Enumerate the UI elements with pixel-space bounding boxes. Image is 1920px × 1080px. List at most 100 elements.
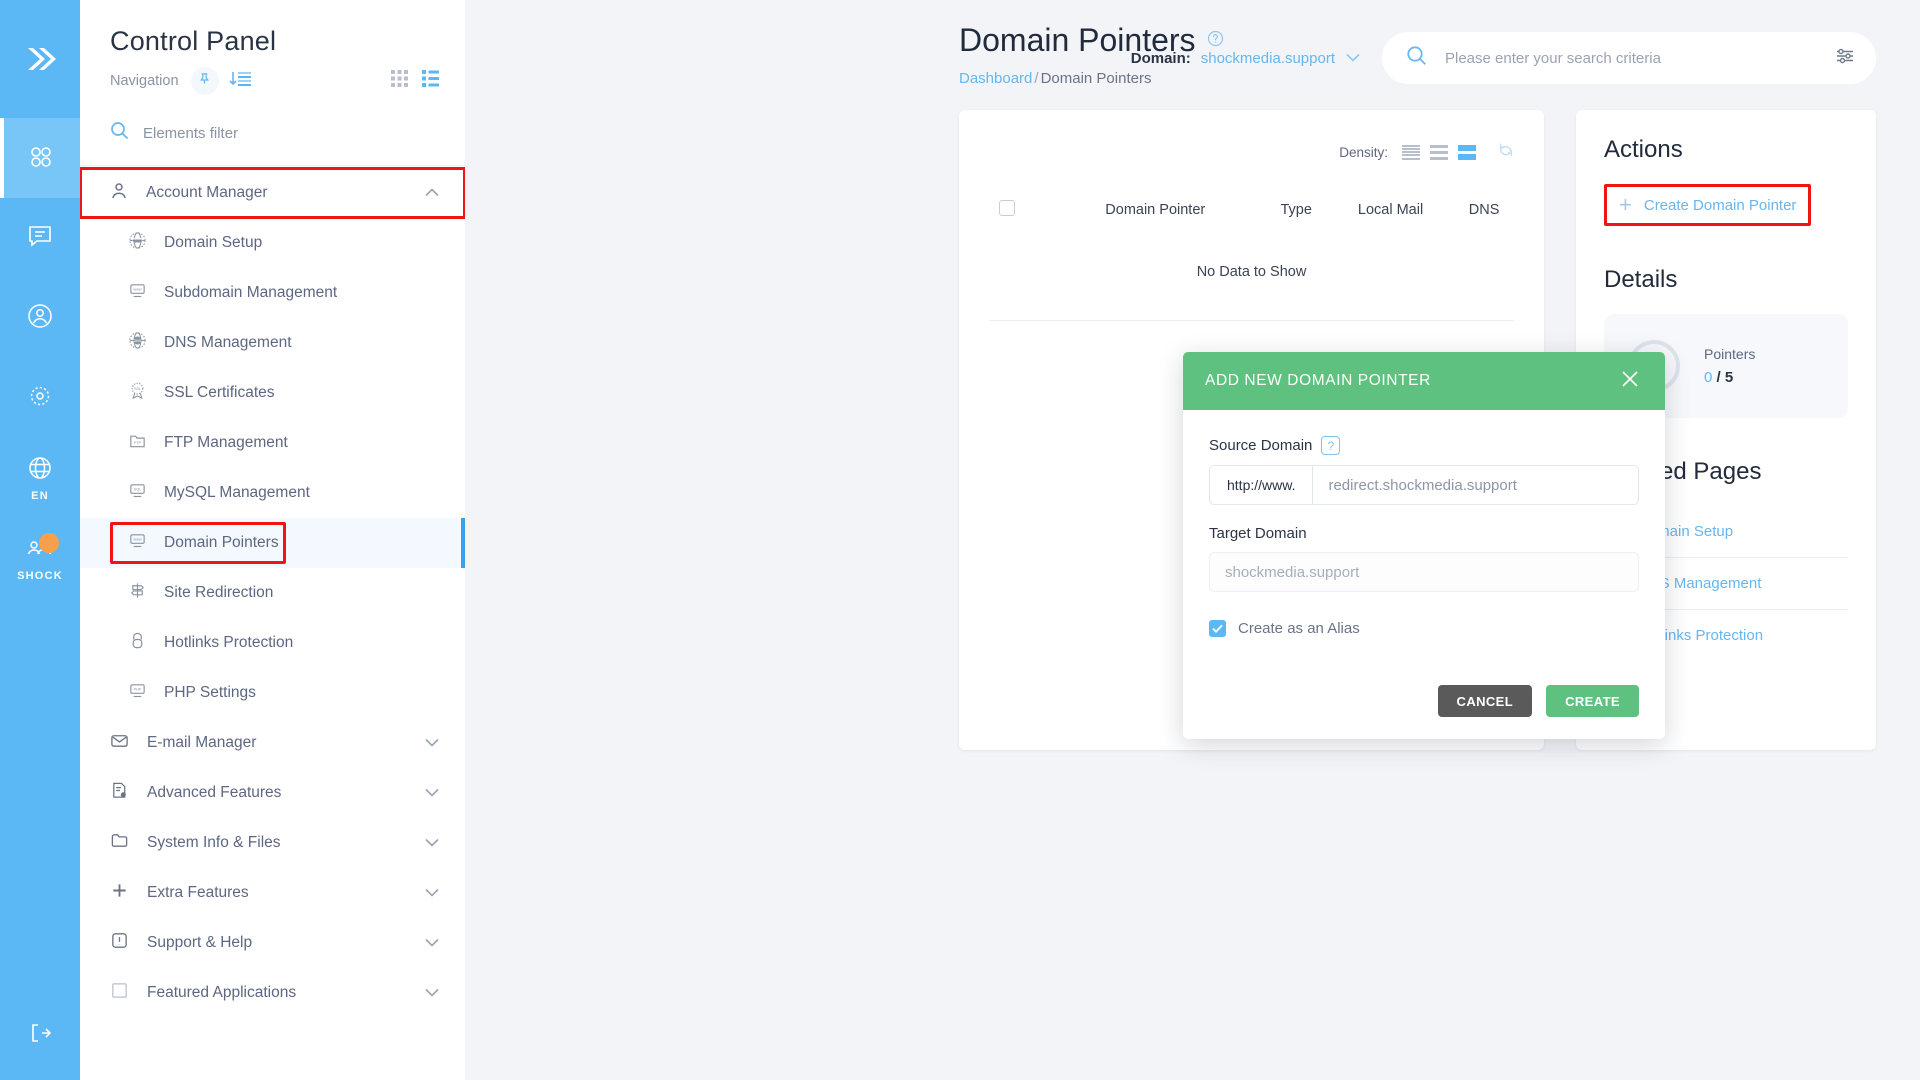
nav-group-extra-features[interactable]: Extra Features bbox=[80, 868, 465, 918]
source-domain-input[interactable] bbox=[1312, 465, 1639, 505]
create-domain-pointer-highlight: + Create Domain Pointer bbox=[1604, 184, 1812, 226]
sidebar-item-mysql-management[interactable]: SQL MySQL Management bbox=[80, 468, 465, 518]
sidebar-item-site-redirection[interactable]: Site Redirection bbox=[80, 568, 465, 618]
main-area: Domain Pointers Dashboard / Domain Pointer… bbox=[465, 0, 1920, 1080]
cancel-button[interactable]: CANCEL bbox=[1437, 685, 1533, 717]
actions-title: Actions bbox=[1604, 136, 1683, 163]
search-icon bbox=[110, 121, 129, 145]
notification-badge bbox=[39, 532, 59, 553]
pointers-metric: Pointers 0 / 5 bbox=[1704, 346, 1755, 386]
density-compact-button[interactable] bbox=[1402, 144, 1420, 160]
globe-icon bbox=[27, 455, 53, 486]
modal-footer: CANCEL CREATE bbox=[1183, 685, 1665, 739]
table-header-local-mail: Local Mail bbox=[1357, 202, 1424, 218]
app-logo[interactable] bbox=[0, 0, 80, 118]
nav-group-advanced-features[interactable]: Advanced Features bbox=[80, 768, 465, 818]
create-as-alias-checkbox[interactable] bbox=[1209, 620, 1226, 637]
svg-text:FTP: FTP bbox=[134, 441, 142, 445]
sliders-icon[interactable] bbox=[1834, 45, 1856, 72]
sql-monitor-icon: SQL bbox=[128, 481, 147, 505]
source-domain-input-group: http://www. bbox=[1209, 465, 1639, 505]
nav-group-system-info-files[interactable]: System Info & Files bbox=[80, 818, 465, 868]
exclamation-box-icon bbox=[110, 931, 129, 955]
chevron-down-icon bbox=[425, 934, 439, 952]
source-domain-prefix: http://www. bbox=[1209, 465, 1313, 505]
density-medium-button[interactable] bbox=[1430, 144, 1448, 160]
sort-button[interactable] bbox=[228, 70, 251, 93]
density-comfortable-button[interactable] bbox=[1458, 144, 1476, 160]
source-domain-label-row: Source Domain ? bbox=[1209, 436, 1639, 455]
sidebar-item-php-settings[interactable]: PHP PHP Settings bbox=[80, 668, 465, 718]
sidebar-item-subdomain-management[interactable]: www Subdomain Management bbox=[80, 268, 465, 318]
nav-group-email-manager[interactable]: E-mail Manager bbox=[80, 718, 465, 768]
sidebar-item-label: Domain Setup bbox=[164, 234, 263, 251]
pointers-total: 5 bbox=[1724, 369, 1734, 386]
rail-item-user[interactable]: SHOCK bbox=[0, 518, 80, 598]
nav-group-label: E-mail Manager bbox=[147, 734, 257, 751]
sidebar-item-dns-management[interactable]: DNS DNS Management bbox=[80, 318, 465, 368]
sidebar-item-domain-setup[interactable]: www Domain Setup bbox=[80, 218, 465, 268]
close-icon[interactable] bbox=[1617, 366, 1643, 396]
app-root: EN SHOCK Control Panel Navigation Elemen… bbox=[0, 0, 1920, 1080]
table-header-dns: DNS bbox=[1468, 202, 1500, 218]
svg-text:www: www bbox=[133, 239, 141, 243]
svg-text:www: www bbox=[133, 538, 141, 542]
breadcrumb-dashboard-link[interactable]: Dashboard bbox=[959, 70, 1032, 87]
create-button[interactable]: CREATE bbox=[1546, 685, 1639, 717]
elements-filter-row bbox=[80, 95, 465, 166]
ftp-folder-icon: FTP bbox=[128, 431, 147, 455]
domain-selector[interactable]: Domain: shockmedia.support bbox=[1131, 49, 1360, 67]
nav-group-support-help[interactable]: Support & Help bbox=[80, 918, 465, 968]
sidebar-item-ssl-certificates[interactable]: SSL SSL Certificates bbox=[80, 368, 465, 418]
create-domain-pointer-label: Create Domain Pointer bbox=[1643, 196, 1797, 214]
user-icon bbox=[110, 182, 128, 205]
envelope-icon bbox=[110, 731, 129, 755]
search-input[interactable] bbox=[1445, 49, 1834, 67]
domain-pointers-table: Domain Pointer Type Local Mail DNS bbox=[989, 186, 1514, 234]
rail-item-account[interactable] bbox=[0, 278, 80, 358]
grid-view-button[interactable] bbox=[391, 70, 408, 92]
rail-item-dashboard[interactable] bbox=[0, 118, 80, 198]
target-domain-input[interactable] bbox=[1209, 552, 1639, 592]
create-as-alias-label: Create as an Alias bbox=[1238, 620, 1360, 637]
sidebar-item-domain-pointers[interactable]: www Domain Pointers bbox=[80, 518, 465, 568]
rail-item-messages[interactable] bbox=[0, 198, 80, 278]
select-all-checkbox[interactable] bbox=[999, 200, 1015, 216]
details-title: Details bbox=[1604, 266, 1678, 293]
question-icon[interactable]: ? bbox=[1321, 436, 1341, 455]
create-domain-pointer-button[interactable]: + Create Domain Pointer bbox=[1613, 189, 1802, 221]
add-domain-pointer-modal: ADD NEW DOMAIN POINTER Source Domain ? h… bbox=[1183, 352, 1665, 739]
rail-item-language[interactable]: EN bbox=[0, 438, 80, 518]
density-controls: Density: bbox=[989, 132, 1514, 172]
monitor-www-icon: www bbox=[128, 531, 147, 555]
create-as-alias-row[interactable]: Create as an Alias bbox=[1209, 620, 1639, 637]
pointers-separator: / bbox=[1716, 369, 1721, 386]
domain-value: shockmedia.support bbox=[1200, 49, 1335, 67]
page-header: Domain Pointers Dashboard / Domain Pointer… bbox=[465, 22, 1224, 87]
php-monitor-icon: PHP bbox=[128, 681, 147, 705]
sort-list-icon bbox=[228, 70, 251, 93]
sidebar-item-hotlinks-protection[interactable]: Hotlinks Protection bbox=[80, 618, 465, 668]
icon-rail: EN SHOCK bbox=[0, 0, 80, 1080]
user-circle-icon bbox=[27, 303, 53, 334]
www-globe-icon: www bbox=[128, 231, 147, 255]
list-view-button[interactable] bbox=[422, 70, 439, 92]
nav-group-featured-applications[interactable]: Featured Applications bbox=[80, 968, 465, 1018]
logout-button[interactable] bbox=[0, 1021, 80, 1050]
document-gear-icon bbox=[110, 781, 129, 805]
top-bar: Domain Pointers Dashboard / Domain Pointer… bbox=[465, 0, 1920, 110]
svg-text:SQL: SQL bbox=[134, 488, 142, 492]
sidebar-item-label: PHP Settings bbox=[164, 684, 256, 701]
elements-filter-input[interactable] bbox=[143, 124, 383, 142]
rail-item-settings[interactable] bbox=[0, 358, 80, 438]
svg-text:www: www bbox=[133, 288, 141, 292]
table-header-type: Type bbox=[1280, 202, 1312, 218]
pin-icon bbox=[198, 72, 211, 90]
pin-button[interactable] bbox=[190, 67, 219, 95]
breadcrumb-separator: / bbox=[1034, 70, 1039, 87]
refresh-icon[interactable] bbox=[1498, 142, 1514, 163]
nav-group-account-manager[interactable]: Account Manager bbox=[80, 167, 465, 219]
sidebar-item-ftp-management[interactable]: FTP FTP Management bbox=[80, 418, 465, 468]
table-header-row: Domain Pointer Type Local Mail DNS bbox=[989, 186, 1514, 234]
